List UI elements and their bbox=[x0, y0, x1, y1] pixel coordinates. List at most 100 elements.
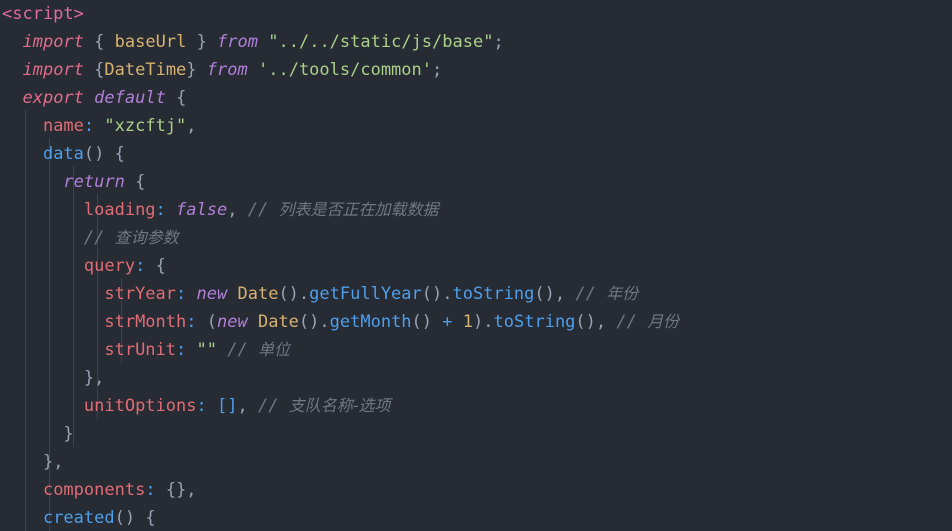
code-token: . bbox=[298, 284, 310, 304]
code-token: '../tools/common' bbox=[258, 60, 432, 80]
code-token: . bbox=[319, 312, 330, 332]
code-token: strMonth bbox=[104, 312, 187, 332]
code-line[interactable]: }, bbox=[0, 364, 952, 392]
code-line[interactable]: components: {}, bbox=[0, 476, 952, 504]
code-token: : bbox=[145, 480, 156, 500]
code-line[interactable]: unitOptions: [], // 支队名称-选项 bbox=[0, 392, 952, 420]
code-token: { bbox=[94, 32, 105, 52]
code-token: components bbox=[42, 480, 146, 500]
code-line[interactable]: export default { bbox=[0, 84, 952, 112]
code-token: // bbox=[227, 340, 258, 360]
code-token: "" bbox=[196, 340, 217, 360]
code-line[interactable]: }, bbox=[0, 448, 952, 476]
code-token: loading bbox=[83, 200, 156, 220]
code-line[interactable]: } bbox=[0, 420, 952, 448]
code-token: {} bbox=[165, 480, 187, 500]
code-line[interactable]: created() { bbox=[0, 504, 952, 531]
code-token: baseUrl bbox=[114, 32, 187, 52]
code-line[interactable]: import { baseUrl } from "../../static/js… bbox=[0, 28, 952, 56]
code-token: ; bbox=[432, 60, 443, 80]
code-content[interactable]: <script> import { baseUrl } from "../../… bbox=[0, 0, 952, 531]
code-token: 列表是否正在加载数据 bbox=[278, 200, 439, 219]
code-token: 1 bbox=[462, 312, 474, 332]
code-token: : bbox=[155, 200, 166, 220]
code-line[interactable]: strYear: new Date().getFullYear().toStri… bbox=[0, 280, 952, 308]
code-editor[interactable]: <script> import { baseUrl } from "../../… bbox=[0, 0, 952, 531]
code-token: () bbox=[575, 312, 596, 332]
code-token: , bbox=[94, 368, 105, 388]
code-token: } bbox=[42, 452, 54, 472]
code-line[interactable]: strMonth: (new Date().getMonth() + 1).to… bbox=[0, 308, 952, 336]
code-token: ( bbox=[206, 312, 217, 332]
code-line[interactable]: import {DateTime} from '../tools/common'… bbox=[0, 56, 952, 84]
code-token: 单位 bbox=[257, 340, 290, 359]
code-line[interactable]: query: { bbox=[0, 252, 952, 280]
code-token: } bbox=[196, 32, 207, 52]
code-token: Date bbox=[237, 284, 279, 304]
code-token: <script> bbox=[2, 4, 84, 24]
code-token: // bbox=[616, 312, 648, 332]
code-token: : bbox=[83, 116, 95, 136]
code-line[interactable]: <script> bbox=[0, 0, 952, 28]
code-token: { bbox=[145, 508, 156, 528]
code-token: // bbox=[247, 200, 279, 220]
code-line[interactable]: loading: false, // 列表是否正在加载数据 bbox=[0, 196, 952, 224]
code-token: data bbox=[42, 144, 84, 164]
code-line[interactable]: name: "xzcftj", bbox=[0, 112, 952, 140]
code-token: { bbox=[114, 144, 125, 164]
code-token: { bbox=[94, 60, 105, 80]
code-token: : bbox=[135, 256, 146, 276]
code-token: , bbox=[53, 452, 64, 472]
code-token: () bbox=[298, 312, 320, 332]
code-line[interactable]: strUnit: "" // 单位 bbox=[0, 336, 952, 364]
code-token: ) bbox=[473, 312, 484, 332]
code-token: , bbox=[595, 312, 607, 332]
code-token: // bbox=[83, 228, 115, 248]
code-line[interactable]: // 查询参数 bbox=[0, 224, 952, 252]
code-token: { bbox=[135, 172, 146, 192]
code-line[interactable]: return { bbox=[0, 168, 952, 196]
code-token: () bbox=[421, 284, 443, 304]
code-token: "xzcftj" bbox=[104, 116, 187, 136]
code-token: // bbox=[257, 396, 289, 416]
code-line[interactable]: data() { bbox=[0, 140, 952, 168]
code-token: "../../static/js/base" bbox=[268, 32, 494, 52]
code-token: false bbox=[176, 200, 228, 220]
code-token: from bbox=[217, 32, 259, 52]
